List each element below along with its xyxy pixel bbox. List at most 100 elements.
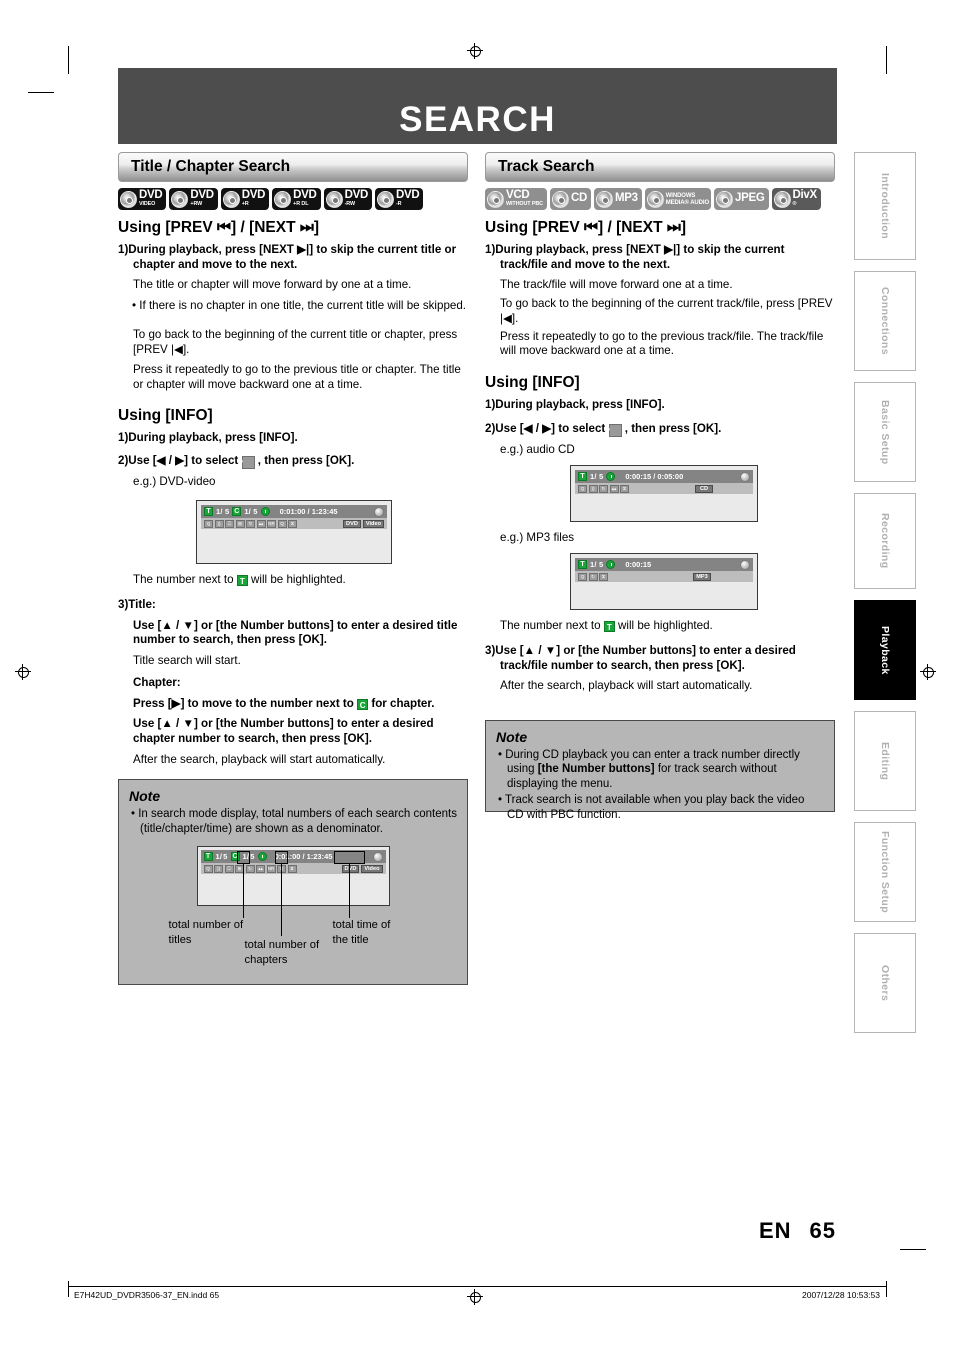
crop-mark-right	[900, 1249, 926, 1250]
osd-time-value: 0:01:00 / 1:23:45	[279, 507, 338, 517]
note-box-left: Note • In search mode display, total num…	[118, 779, 468, 986]
marker-icon: ▴▴	[609, 484, 619, 493]
transition-icon: ⧖	[599, 572, 608, 581]
step-3-chapter-bold1-suffix: for chapter.	[371, 696, 435, 710]
disc-icon-dvd-minus-rw: DVD -RW	[323, 188, 372, 210]
callout-label-total-chapters: total number of chapters	[244, 939, 320, 966]
sidebar-tab-introduction[interactable]: Introduction	[854, 152, 916, 260]
disc-icon-jpeg: JPEG	[714, 188, 769, 210]
osd-tag-format: MP3	[693, 572, 711, 581]
disc-icon-sub: WITHOUT PBC	[506, 201, 543, 208]
subtitle-icon: ⎕	[225, 519, 234, 528]
info-step-2: 2)Use [◀ / ▶] to select ? , then press […	[118, 454, 468, 470]
repeat-icon: ↻	[246, 519, 255, 528]
search-icon: Q	[204, 519, 213, 528]
osd-tag-format: Video	[362, 519, 384, 528]
sidebar-tab-editing[interactable]: Editing	[854, 711, 916, 811]
leader-line-chapters	[280, 864, 283, 937]
highlight-total-titles	[236, 851, 250, 865]
disc-plate-icon	[595, 190, 613, 208]
disc-icon-sub: ®	[792, 201, 797, 208]
disc-plate-icon	[487, 190, 504, 208]
osd-row-primary: T 1/ 5 0:00:15	[575, 558, 753, 572]
noise-reduction-icon: NR	[266, 864, 276, 873]
title-marker-icon: T	[578, 472, 587, 482]
osd-figure-audio-cd: T 1/ 5 0:00:15 / 0:05:00 Q )) ↻ ▴▴ ⧖ CD	[570, 465, 758, 523]
registration-mark-bottom	[467, 1289, 483, 1305]
search-icon: Q	[203, 864, 213, 873]
info-step-2-suffix: , then press [OK].	[624, 421, 722, 435]
callout-label-total-titles: total number of titles	[168, 919, 244, 946]
osd-row-secondary: Q ↻ ⧖ MP3	[575, 571, 753, 583]
note-bullet-2: • Track search is not available when you…	[498, 794, 805, 821]
heading-using-prev-next: Using [PREV ⏮] / [NEXT ⏭]	[485, 219, 686, 236]
after-osd-note: The number next to T will be highlighted…	[485, 619, 835, 634]
disc-icon-name: CD	[570, 192, 587, 204]
crop-mark-top-left	[68, 46, 69, 74]
info-step-1: 1)During playback, press [INFO].	[118, 430, 298, 444]
audio-icon: ))	[214, 519, 224, 528]
step-3-chapter-plain: After the search, playback will start au…	[133, 752, 386, 766]
step-1-line1: The track/file will move forward one at …	[500, 278, 733, 292]
leader-line-titles	[242, 864, 245, 919]
repeat-icon: ↻	[599, 484, 608, 493]
sidebar-tab-connections[interactable]: Connections	[854, 271, 916, 371]
transition-icon: ⧖	[288, 519, 297, 528]
step-1-bold: 1)During playback, press [NEXT ▶|] to sk…	[118, 243, 457, 271]
search-magnifier-icon: ?	[238, 456, 255, 470]
after-osd-note: The number next to T will be highlighted…	[118, 573, 468, 588]
sidebar-tab-label: Connections	[879, 287, 891, 355]
right-column: Track Search VCD WITHOUT PBC CD MP3 WIND…	[485, 152, 835, 821]
disc-icon-sub: VIDEO	[139, 201, 156, 208]
sidebar-tab-recording[interactable]: Recording	[854, 493, 916, 589]
info-step-2-suffix: , then press [OK].	[257, 454, 355, 468]
zoom-icon: Q	[277, 519, 287, 528]
crop-mark-left	[28, 92, 54, 93]
sidebar-tab-function-setup[interactable]: Function Setup	[854, 822, 916, 922]
osd-row-primary: T 1/ 5 0:00:15 / 0:05:00	[575, 470, 753, 484]
after-osd-suffix: will be highlighted.	[251, 573, 346, 587]
sidebar-tab-playback[interactable]: Playback	[854, 600, 916, 700]
disc-plate-icon	[551, 190, 569, 208]
sidebar-tab-label: Function Setup	[879, 830, 891, 913]
disc-icon-dvd-plus-r: DVD +R	[220, 188, 270, 210]
note-figure-with-callouts: T 1/ 5 C 1/ 5 0:01:00 / 1:23:45 Q )) ⎕ ⊞…	[169, 846, 390, 966]
disc-plate-icon	[222, 190, 240, 208]
chapter-tab-rail: Introduction Connections Basic Setup Rec…	[854, 152, 916, 1044]
osd-tag-format: Video	[361, 864, 383, 873]
title-marker-icon: T	[578, 560, 587, 570]
disc-icon-name: DivX	[792, 189, 818, 202]
sidebar-tab-basic-setup[interactable]: Basic Setup	[854, 382, 916, 482]
osd-track-value: 1/ 5	[590, 472, 604, 482]
disc-plate-icon	[171, 190, 189, 208]
sidebar-tab-others[interactable]: Others	[854, 933, 916, 1033]
disc-icon-dvd-video: DVD VIDEO	[118, 188, 167, 210]
info-step-2: 2)Use [◀ / ▶] to select ? , then press […	[485, 422, 835, 437]
disc-icon-windows-media-audio: WINDOWS MEDIA® AUDIO	[644, 188, 712, 210]
disc-plate-icon	[274, 190, 292, 208]
disc-knob-icon	[374, 506, 384, 517]
marker-icon: ▴▴	[256, 519, 266, 528]
repeat-icon: ↻	[588, 572, 598, 581]
language-code: EN	[758, 1218, 792, 1243]
page-number: 65	[809, 1218, 836, 1243]
clock-marker-icon	[257, 852, 267, 862]
after-osd-prefix: The number next to	[500, 619, 601, 633]
osd-time-total: 1:23:45	[306, 852, 333, 862]
disc-plate-icon	[716, 190, 734, 208]
repeat-icon: ↻	[245, 864, 255, 873]
step-1-para2: To go back to the beginning of the curre…	[133, 327, 458, 356]
disc-icon-name: DVD	[190, 189, 214, 202]
disc-icon-name: MP3	[614, 192, 638, 204]
disc-icon-cd: CD	[549, 188, 591, 210]
section-header-title-chapter-search: Title / Chapter Search	[118, 152, 468, 182]
osd-row-secondary: Q )) ↻ ▴▴ ⧖ CD	[575, 483, 753, 495]
search-magnifier-icon: ?	[605, 423, 622, 437]
osd-title-value: 1/ 5	[216, 507, 230, 517]
heading-using-info: Using [INFO]	[485, 374, 580, 392]
disc-compatibility-icons-left: DVD VIDEO DVD +RW DVD +R DVD +R DL DVD -…	[118, 188, 468, 210]
step-3-chapter-bold1: Press [▶] to move to the number next to …	[118, 697, 468, 712]
sidebar-tab-label: Editing	[879, 741, 891, 781]
disc-icon-sub: +R DL	[293, 201, 309, 208]
osd-bar-audio-cd: T 1/ 5 0:00:15 / 0:05:00 Q )) ↻ ▴▴ ⧖ CD	[575, 470, 753, 495]
